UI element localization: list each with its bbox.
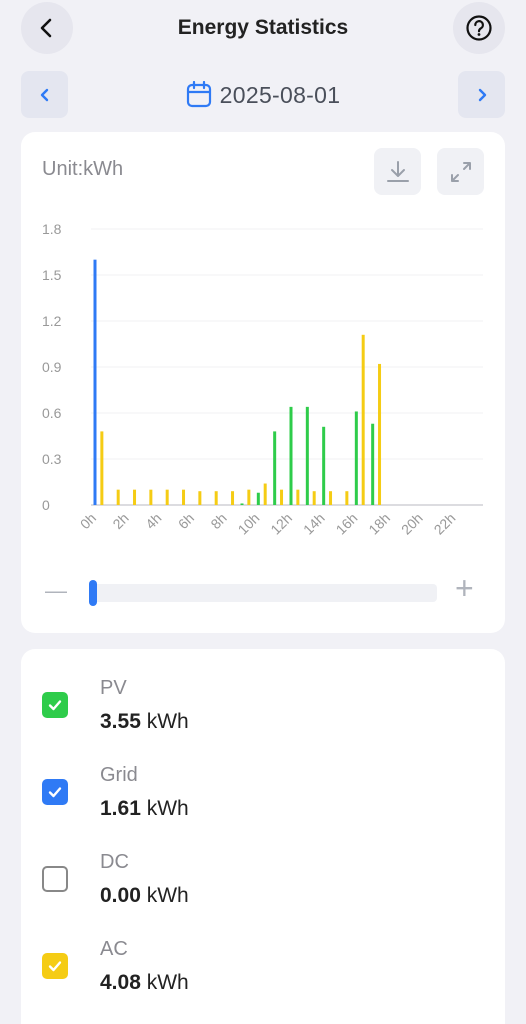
bar-pv <box>322 426 326 505</box>
energy-bar-chart: 0 0.3 0.6 0.9 1.2 1.5 1.8 0h 2h 4h 6h 8h 10h 12h 14h 16… <box>42 221 483 538</box>
zoom-slider-track[interactable] <box>89 580 437 606</box>
zoom-slider-row: — + <box>21 572 505 612</box>
bar-pv <box>240 503 244 505</box>
bar-ac <box>231 491 235 505</box>
bar-ac <box>247 489 251 505</box>
legend-card: PV 3.55 kWh Grid 1.61 kWh DC 0.00 kWh AC… <box>21 649 505 1024</box>
zoom-slider-handle[interactable] <box>89 580 97 606</box>
date-picker[interactable]: 2025-08-01 <box>0 81 526 109</box>
x-tick-label: 18h <box>365 510 393 538</box>
legend-item-pv[interactable]: PV 3.55 kWh <box>42 677 482 747</box>
bar-pv <box>256 492 260 505</box>
x-tick-label: 4h <box>142 510 164 532</box>
y-tick-label: 0.6 <box>42 405 62 421</box>
bar-pv <box>273 431 277 505</box>
bar-ac <box>116 489 120 505</box>
x-tick-label: 8h <box>207 510 229 532</box>
page-title: Energy Statistics <box>177 16 349 39</box>
question-circle-icon <box>466 15 492 41</box>
legend-value: 1.61 kWh <box>100 797 189 820</box>
y-tick-label: 0 <box>42 497 50 513</box>
x-tick-label: 20h <box>398 510 426 538</box>
next-day-button[interactable] <box>458 71 505 118</box>
legend-item-dc[interactable]: DC 0.00 kWh <box>42 851 482 921</box>
bar-ac <box>280 489 284 505</box>
legend-value: 3.55 kWh <box>100 710 189 733</box>
bar-pv <box>305 406 309 505</box>
legend-item-ac[interactable]: AC 4.08 kWh <box>42 938 482 1008</box>
zoom-in-button[interactable]: + <box>455 572 474 604</box>
chevron-right-icon <box>478 88 486 101</box>
help-button[interactable] <box>453 2 505 54</box>
bar-ac <box>296 489 300 505</box>
x-tick-label: 14h <box>300 510 328 538</box>
calendar-icon <box>186 81 211 108</box>
y-tick-label: 1.5 <box>42 267 62 283</box>
legend-label: AC <box>100 938 128 960</box>
bar-ac <box>182 489 186 505</box>
bar-ac <box>345 491 349 505</box>
bar-ac <box>378 363 382 505</box>
x-tick-label: 10h <box>235 510 263 538</box>
x-tick-label: 22h <box>431 510 459 538</box>
date-navigator: 2025-08-01 <box>0 71 526 119</box>
ac-checkbox[interactable] <box>42 953 68 979</box>
bar-ac <box>214 491 218 505</box>
zoom-out-button[interactable]: — <box>45 578 67 604</box>
pv-checkbox[interactable] <box>42 692 68 718</box>
y-tick-label: 0.9 <box>42 359 62 375</box>
bar-ac <box>149 489 153 505</box>
date-label: 2025-08-01 <box>219 81 341 108</box>
bar-ac <box>329 491 333 505</box>
legend-label: Grid <box>100 764 138 786</box>
dc-checkbox[interactable] <box>42 866 68 892</box>
bar-pv <box>371 423 375 505</box>
legend-value: 0.00 kWh <box>100 884 189 907</box>
bar-ac <box>100 431 104 505</box>
legend-item-grid[interactable]: Grid 1.61 kWh <box>42 764 482 834</box>
bar-ac <box>165 489 169 505</box>
y-tick-label: 1.8 <box>42 221 62 237</box>
legend-label: DC <box>100 851 129 873</box>
grid-checkbox[interactable] <box>42 779 68 805</box>
legend-value: 4.08 kWh <box>100 971 189 994</box>
chart-card: Unit:kWh 0 0.3 0.6 0.9 1.2 1.5 1.8 0h 2h 4h 6h 8h 10… <box>21 132 505 633</box>
x-tick-label: 2h <box>109 510 131 532</box>
x-tick-label: 6h <box>175 510 197 532</box>
x-tick-label: 16h <box>333 510 361 538</box>
bar-pv <box>354 411 358 505</box>
check-icon <box>48 787 62 798</box>
bar-ac <box>198 491 202 505</box>
bar-grid <box>93 259 97 505</box>
y-tick-label: 0.3 <box>42 451 62 467</box>
x-tick-label: 0h <box>77 510 99 532</box>
y-tick-label: 1.2 <box>42 313 62 329</box>
check-icon <box>48 700 62 711</box>
bar-ac <box>312 491 316 505</box>
legend-label: PV <box>100 677 127 699</box>
bar-ac <box>361 334 365 505</box>
bar-ac <box>263 483 267 505</box>
check-icon <box>48 961 62 972</box>
x-tick-label: 12h <box>267 510 295 538</box>
bar-ac <box>133 489 137 505</box>
bar-pv <box>289 406 293 505</box>
